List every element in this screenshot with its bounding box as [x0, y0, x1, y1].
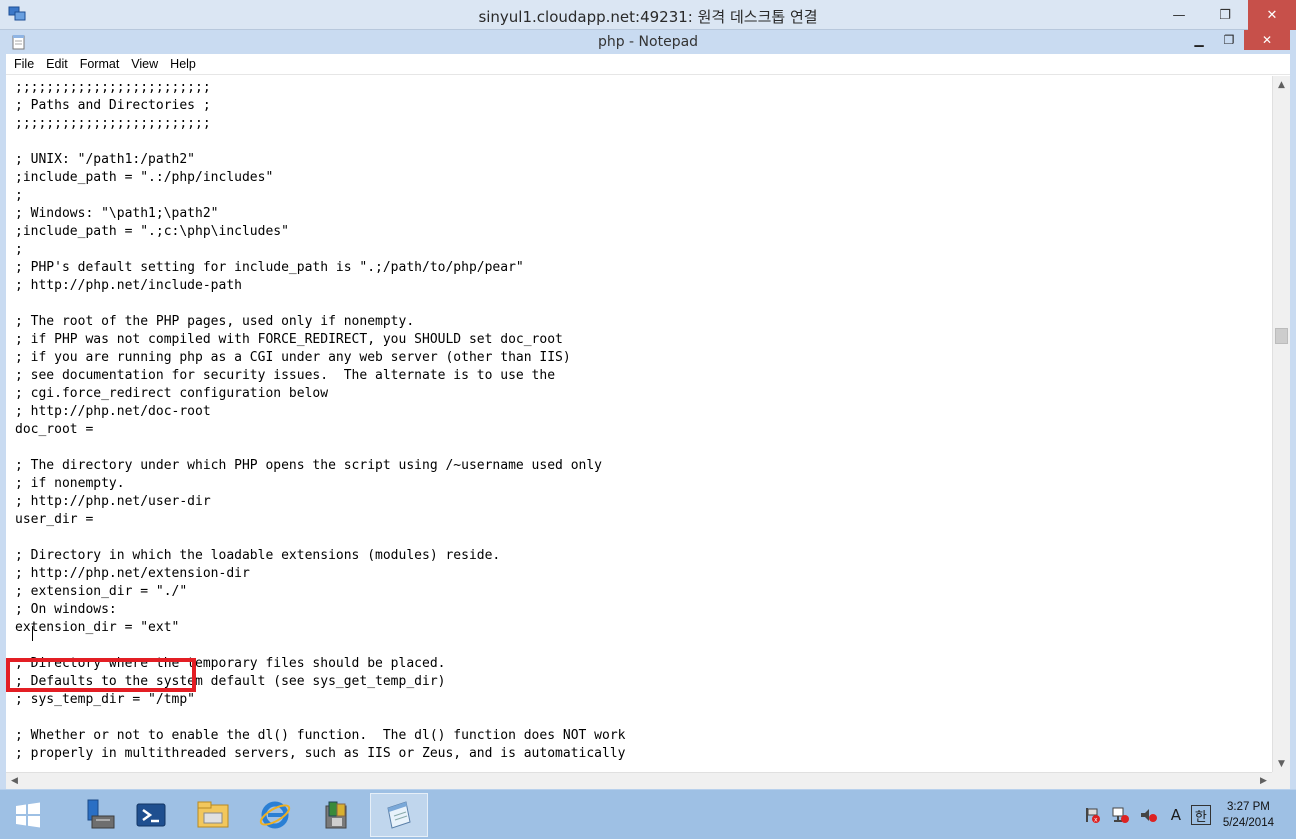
code-line: ; Directory in which the loadable extens…: [15, 548, 501, 563]
system-clock[interactable]: 3:27 PM 5/24/2014: [1223, 799, 1274, 831]
code-line: ; if PHP was not compiled with FORCE_RED…: [15, 332, 563, 347]
code-line: extension_dir = "ext": [15, 620, 180, 635]
clock-time: 3:27 PM: [1227, 801, 1270, 813]
code-line: ; extension_dir = "./": [15, 584, 188, 599]
code-line: ; On windows:: [15, 602, 117, 617]
volume-muted-icon[interactable]: [1135, 804, 1161, 826]
rdp-close-button[interactable]: ✕: [1248, 0, 1296, 30]
menu-bar: File Edit Format View Help: [6, 54, 1290, 75]
code-line: ;: [15, 242, 23, 257]
code-line: ;include_path = ".:/php/includes": [15, 170, 274, 185]
code-line: ; http://php.net/extension-dir: [15, 566, 250, 581]
code-line: ; http://php.net/user-dir: [15, 494, 211, 509]
code-line: ;include_path = ".;c:\php\includes": [15, 224, 289, 239]
notepad-restore-button[interactable]: ❐: [1214, 30, 1244, 50]
code-line: ; http://php.net/doc-root: [15, 404, 211, 419]
code-line: ; cgi.force_redirect configuration below: [15, 386, 329, 401]
rdp-minimize-button[interactable]: —: [1156, 0, 1202, 30]
code-line: ;;;;;;;;;;;;;;;;;;;;;;;;;: [15, 80, 211, 95]
notepad-taskbar-icon: [387, 801, 411, 829]
code-line: ; if nonempty.: [15, 476, 125, 491]
folder-icon: [197, 801, 229, 828]
scrollbar-corner: [1272, 772, 1290, 789]
rdp-title-bar: sinyul1.cloudapp.net:49231: 원격 데스크톱 연결 —…: [0, 0, 1296, 30]
server-manager-icon: [87, 799, 115, 829]
rdp-window-controls: — ❐ ✕: [1156, 0, 1296, 30]
code-line: ; UNIX: "/path1:/path2": [15, 152, 196, 167]
code-line: ; Windows: "\path1;\path2": [15, 206, 219, 221]
taskbar: x A 한 3:27 PM 5/24/2014: [0, 789, 1296, 839]
code-line: ; The root of the PHP pages, used only i…: [15, 314, 415, 329]
notepad-title-bar: php - Notepad ▁ ❐ ✕: [6, 30, 1290, 54]
scroll-left-arrow-icon[interactable]: ◀: [6, 773, 23, 789]
code-line: ; see documentation for security issues.…: [15, 368, 556, 383]
code-line: ; properly in multithreaded servers, suc…: [15, 746, 626, 761]
code-line: ; sys_temp_dir = "/tmp": [15, 692, 196, 707]
menu-view[interactable]: View: [131, 57, 158, 71]
code-line: ; Whether or not to enable the dl() func…: [15, 728, 626, 743]
code-line: ; http://php.net/include-path: [15, 278, 242, 293]
taskbar-internet-explorer[interactable]: [246, 793, 304, 837]
clock-date: 5/24/2014: [1222, 817, 1274, 829]
text-editor-area[interactable]: ;;;;;;;;;;;;;;;;;;;;;;;;; ; Paths and Dir…: [6, 76, 1272, 772]
system-tray: x A 한 3:27 PM 5/24/2014: [1079, 790, 1296, 839]
code-line: ; if you are running php as a CGI under …: [15, 350, 571, 365]
taskbar-powershell[interactable]: [122, 793, 180, 837]
menu-file[interactable]: File: [14, 57, 34, 71]
code-line: ;;;;;;;;;;;;;;;;;;;;;;;;;: [15, 116, 211, 131]
toolbox-icon: [325, 801, 347, 829]
action-center-flag-icon[interactable]: x: [1079, 804, 1105, 826]
network-icon[interactable]: [1107, 804, 1133, 826]
highlight-annotation-box: [6, 658, 196, 692]
notepad-minimize-button[interactable]: ▁: [1184, 30, 1214, 50]
notepad-window-title: php - Notepad: [597, 34, 699, 50]
start-windows-icon[interactable]: [10, 798, 46, 832]
code-line: ; The directory under which PHP opens th…: [15, 458, 602, 473]
vertical-scrollbar[interactable]: ▲ ▼: [1272, 76, 1290, 772]
svg-text:x: x: [1094, 817, 1098, 824]
notepad-close-button[interactable]: ✕: [1244, 30, 1290, 50]
notepad-window: php - Notepad ▁ ❐ ✕ File Edit Format Vie…: [0, 30, 1296, 789]
scroll-up-arrow-icon[interactable]: ▲: [1273, 76, 1290, 93]
code-line: ;: [15, 188, 23, 203]
ime-mode-indicator[interactable]: A: [1163, 804, 1189, 826]
internet-explorer-icon: [259, 801, 291, 829]
powershell-icon: [136, 803, 166, 827]
taskbar-file-explorer[interactable]: [184, 793, 242, 837]
menu-help[interactable]: Help: [170, 57, 196, 71]
menu-format[interactable]: Format: [80, 57, 120, 71]
scroll-down-arrow-icon[interactable]: ▼: [1273, 755, 1290, 772]
taskbar-notepad[interactable]: [370, 793, 428, 837]
ime-language-indicator[interactable]: 한: [1190, 805, 1211, 825]
notepad-window-controls: ▁ ❐ ✕: [1184, 30, 1290, 52]
code-line: user_dir =: [15, 512, 94, 527]
code-line: doc_root =: [15, 422, 94, 437]
horizontal-scrollbar[interactable]: ◀ ▶: [6, 772, 1272, 789]
text-caret: [32, 626, 33, 641]
menu-edit[interactable]: Edit: [46, 57, 68, 71]
code-line: ; Paths and Directories ;: [15, 98, 211, 113]
rdp-window-title: sinyul1.cloudapp.net:49231: 원격 데스크톱 연결: [478, 8, 818, 26]
scroll-right-arrow-icon[interactable]: ▶: [1255, 773, 1272, 789]
code-line: ; PHP's default setting for include_path…: [15, 260, 524, 275]
taskbar-tool-app[interactable]: [308, 793, 366, 837]
vertical-scroll-thumb[interactable]: [1275, 328, 1288, 344]
rdp-restore-button[interactable]: ❐: [1202, 0, 1248, 30]
